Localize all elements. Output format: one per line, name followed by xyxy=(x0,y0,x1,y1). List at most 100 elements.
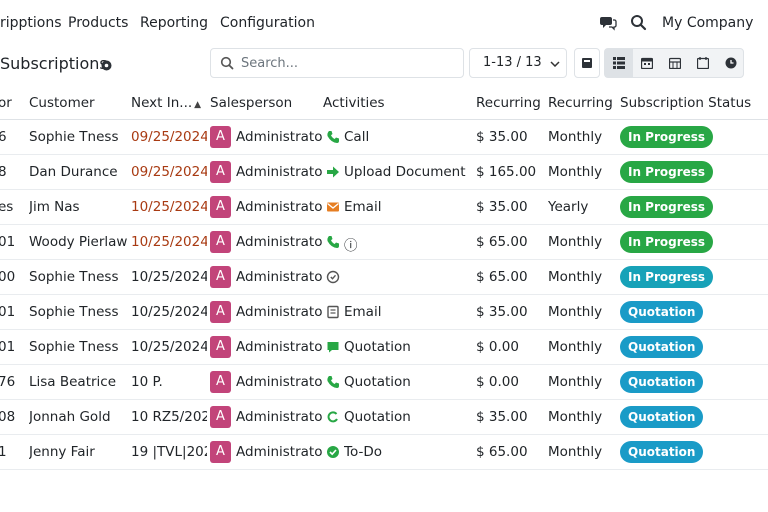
list-view-button[interactable] xyxy=(605,49,633,77)
top-navbar: ripptions Products Reporting Configurati… xyxy=(0,0,768,46)
search-icon[interactable] xyxy=(630,14,648,32)
cell-salesperson: Administrator xyxy=(236,269,322,285)
table-row[interactable]: 8 Dan Durance 09/25/2024 A Administrator Uplo… xyxy=(0,155,768,190)
cell-recurring-plan: Monthly xyxy=(548,304,603,320)
avatar: A xyxy=(210,231,231,253)
activity-view-button[interactable] xyxy=(717,49,745,77)
nav-configuration[interactable]: Configuration xyxy=(220,15,315,31)
chat-icon[interactable] xyxy=(600,14,618,32)
column-header-customer[interactable]: Customer xyxy=(29,95,95,111)
cell-customer: Jenny Fair xyxy=(29,444,95,460)
calculator-button[interactable] xyxy=(574,48,600,78)
chevron-down-icon xyxy=(550,61,560,67)
cell-customer: Sophie Tness xyxy=(29,339,119,355)
cell-activity[interactable]: Quotation xyxy=(344,374,472,390)
check-icon[interactable] xyxy=(326,445,340,459)
table-row[interactable]: 01 Woody Pierlaw 10/25/2024 A Administrator ⓘ… xyxy=(0,225,768,260)
nav-products[interactable]: Products xyxy=(68,15,128,31)
column-header-next-invoice[interactable]: Next In... ▲ xyxy=(131,95,201,111)
cell-reference: 01 xyxy=(0,304,16,320)
gantt-view-button[interactable] xyxy=(661,49,689,77)
avatar: A xyxy=(210,406,231,428)
column-header-recurring-plan[interactable]: Recurring xyxy=(548,95,613,111)
column-header-salesperson[interactable]: Salesperson xyxy=(210,95,292,111)
table-row[interactable]: 01 Sophie Tness 10/25/2024 A Administrator Qu… xyxy=(0,330,768,365)
pager[interactable]: 1-13 / 13 xyxy=(469,48,567,78)
phone-icon[interactable] xyxy=(326,130,340,144)
table-row[interactable]: 00 Sophie Tness 10/25/2024 A Administrator $ … xyxy=(0,260,768,295)
cell-recurring-amount: $ 35.00 xyxy=(476,199,528,215)
comment-icon[interactable] xyxy=(326,340,340,354)
phone-icon[interactable] xyxy=(326,375,340,389)
company-switcher[interactable]: My Company xyxy=(662,15,753,31)
cell-recurring-amount: $ 65.00 xyxy=(476,234,528,250)
cell-recurring-plan: Monthly xyxy=(548,374,603,390)
status-badge: In Progress xyxy=(620,161,714,183)
cell-activity[interactable]: Quotation xyxy=(344,409,472,425)
calendar-view-button[interactable] xyxy=(633,49,661,77)
status-badge: In Progress xyxy=(620,231,714,253)
cell-activity[interactable]: Email xyxy=(344,199,472,215)
table-row[interactable]: 76 Lisa Beatrice 10 P. A Administrator Quotat… xyxy=(0,365,768,400)
email-icon[interactable] xyxy=(326,200,340,214)
cell-activity[interactable]: Call xyxy=(344,129,472,145)
cell-activity[interactable]: Email xyxy=(344,304,472,320)
cell-reference: 00 xyxy=(0,269,16,285)
status-badge: In Progress xyxy=(620,266,714,288)
cell-activity[interactable]: Upload Document xyxy=(344,164,472,180)
cell-activity[interactable]: Quotation xyxy=(344,339,472,355)
avatar: A xyxy=(210,126,231,148)
column-header-status[interactable]: Subscription Status xyxy=(620,95,751,111)
status-badge: In Progress xyxy=(620,126,714,148)
clock-icon[interactable] xyxy=(326,270,340,284)
status-badge: Quotation xyxy=(620,406,704,428)
table-row[interactable]: 1 Jenny Fair 19 |TVL|2024A Administrator To-… xyxy=(0,435,768,470)
view-switcher xyxy=(604,48,744,78)
nav-reporting[interactable]: Reporting xyxy=(140,15,208,31)
avatar: A xyxy=(210,196,231,218)
calculator-icon xyxy=(582,58,592,68)
search-bar[interactable] xyxy=(210,48,464,78)
column-header-reference[interactable]: or xyxy=(0,95,12,111)
cell-next-invoice: 10 P. xyxy=(131,374,163,390)
cell-reference: 1 xyxy=(0,444,7,460)
cell-salesperson: Administrator xyxy=(236,129,322,145)
column-header-recurring-amount[interactable]: Recurring xyxy=(476,95,541,111)
nav-subscriptions[interactable]: ripptions xyxy=(0,15,62,31)
column-header-activities[interactable]: Activities xyxy=(323,95,385,111)
cell-recurring-plan: Monthly xyxy=(548,409,603,425)
cell-next-invoice: 10/25/2024 xyxy=(131,304,207,320)
gear-icon[interactable] xyxy=(101,59,112,71)
control-panel: Subscriptions 1-13 / 13 xyxy=(0,46,768,86)
pager-value[interactable]: 1-13 / 13 xyxy=(483,55,542,70)
date-view-button[interactable] xyxy=(689,49,717,77)
refresh-icon[interactable] xyxy=(326,410,340,424)
clock-icon xyxy=(725,57,737,69)
search-icon xyxy=(220,56,234,70)
cell-recurring-amount: $ 65.00 xyxy=(476,444,528,460)
cell-recurring-amount: $ 0.00 xyxy=(476,339,519,355)
cell-salesperson: Administrator xyxy=(236,444,322,460)
table-row[interactable]: 6 Sophie Tness 09/25/2024 A Administrator Cal… xyxy=(0,120,768,155)
avatar: A xyxy=(210,441,231,463)
cell-customer: Sophie Tness xyxy=(29,304,119,320)
phone-icon[interactable] xyxy=(326,235,340,249)
table-header: or Customer Next In... ▲ Salesperson Acti… xyxy=(0,86,768,120)
document-icon[interactable] xyxy=(326,305,340,319)
cell-activity[interactable]: To-Do xyxy=(344,444,472,460)
avatar: A xyxy=(210,371,231,393)
table-row[interactable]: es Jim Nas 10/25/2024 A Administrator Email $ … xyxy=(0,190,768,225)
upload-icon[interactable] xyxy=(326,165,340,179)
cell-activity[interactable]: ⓘ xyxy=(344,234,472,254)
status-badge: Quotation xyxy=(620,301,704,323)
cell-reference: 01 xyxy=(0,339,16,355)
table-row[interactable]: 01 Sophie Tness 10/25/2024 A Administrator Em… xyxy=(0,295,768,330)
cell-customer: Woody Pierlaw xyxy=(29,234,128,250)
cell-next-invoice: 10/25/2024 xyxy=(131,199,207,215)
search-input[interactable] xyxy=(241,53,457,73)
cell-customer: Jim Nas xyxy=(29,199,80,215)
cell-next-invoice: 10/25/2024 xyxy=(131,234,207,250)
table-row[interactable]: 08 Jonnah Gold 10 RZ5/2024A Administrator Qu… xyxy=(0,400,768,435)
column-header-next-invoice-label: Next In... xyxy=(131,95,193,111)
cell-salesperson: Administrator xyxy=(236,374,322,390)
